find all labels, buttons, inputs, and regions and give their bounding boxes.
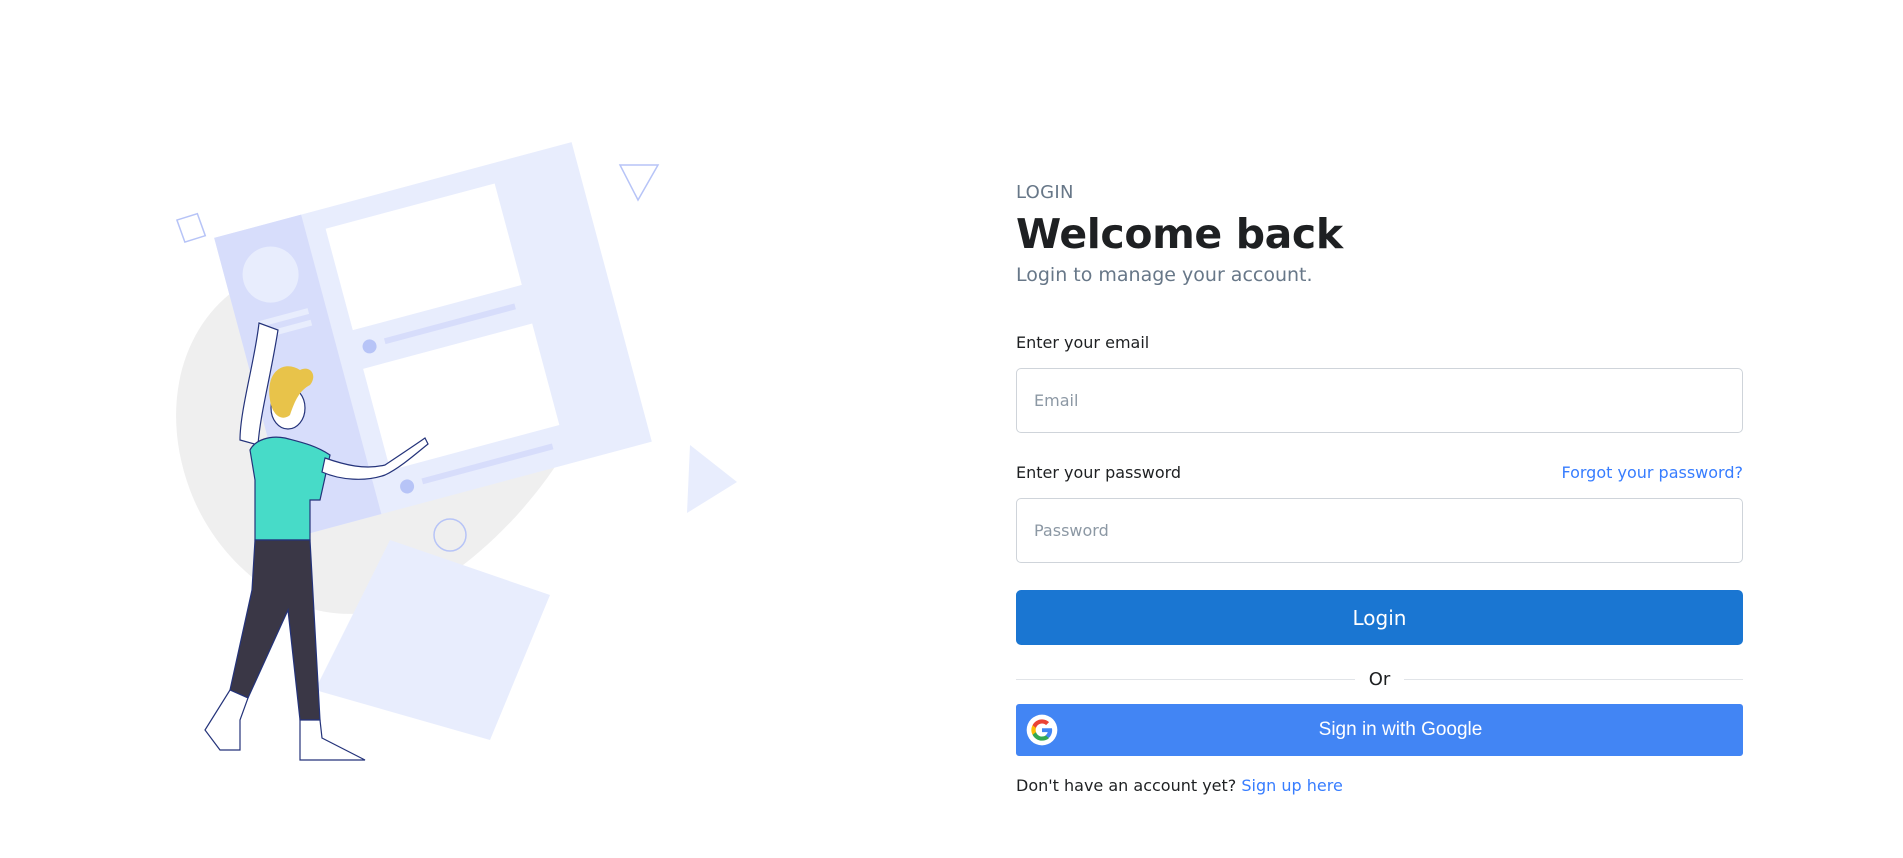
page-eyebrow: LOGIN	[1016, 182, 1074, 203]
password-label: Enter your password	[1016, 462, 1182, 482]
signup-prompt: Don't have an account yet?	[1016, 776, 1237, 795]
login-page: LOGIN Welcome back Login to manage your …	[0, 0, 1903, 858]
divider-line-right	[1404, 678, 1744, 680]
signup-row: Don't have an account yet? Sign up here	[1016, 776, 1743, 795]
or-divider: Or	[1016, 667, 1744, 691]
signup-link[interactable]: Sign up here	[1241, 776, 1342, 795]
google-signin-label: Sign in with Google	[1318, 719, 1483, 740]
google-icon	[1018, 706, 1066, 754]
login-illustration	[175, 142, 737, 761]
email-label: Enter your email	[1016, 332, 1150, 352]
login-button[interactable]: Login	[1016, 590, 1743, 645]
divider-text: Or	[1368, 668, 1391, 690]
divider-line-left	[1016, 678, 1355, 680]
email-input[interactable]	[1016, 368, 1743, 433]
email-label-row: Enter your email	[1016, 331, 1743, 353]
password-input[interactable]	[1016, 498, 1743, 563]
page-title: Welcome back	[1016, 210, 1343, 258]
password-label-row: Enter your password Forgot your password…	[1016, 461, 1743, 483]
forgot-password-link[interactable]: Forgot your password?	[1561, 463, 1743, 482]
page-subtitle: Login to manage your account.	[1016, 264, 1313, 286]
login-form-column: LOGIN Welcome back Login to manage your …	[1016, 176, 1744, 795]
google-signin-button[interactable]: Sign in with Google	[1016, 704, 1743, 756]
